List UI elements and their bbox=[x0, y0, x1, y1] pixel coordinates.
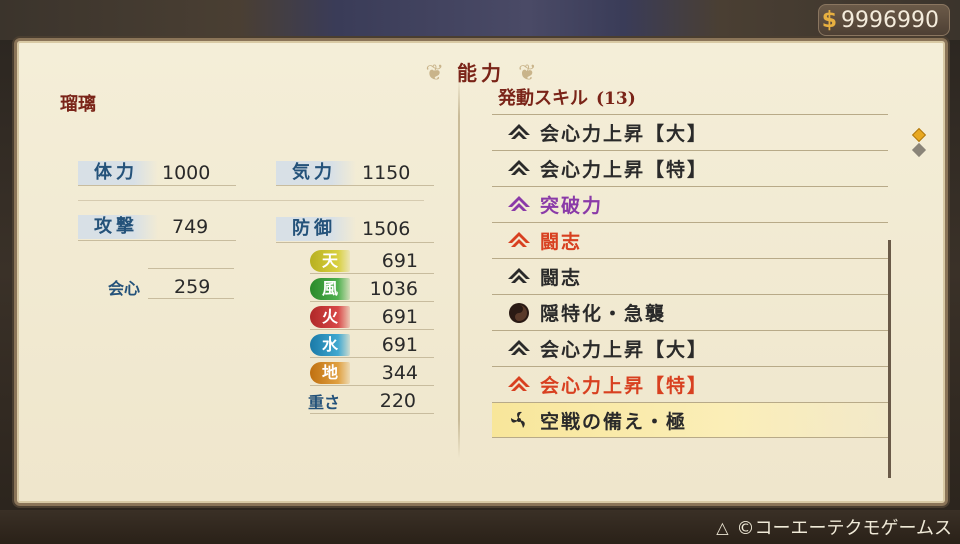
element-ka-value: 691 bbox=[381, 306, 418, 328]
skill-item[interactable]: 隠特化・急襲 bbox=[492, 294, 888, 330]
element-sui-value: 691 bbox=[381, 334, 418, 356]
element-chi-value: 344 bbox=[381, 362, 418, 384]
currency-display: $ 9996990 bbox=[818, 4, 950, 36]
stat-ki-label: 気力 bbox=[276, 161, 356, 185]
chevron-icon bbox=[506, 374, 532, 396]
page-indicator-inactive-icon bbox=[911, 142, 927, 158]
copyright-text: ©コーエーテクモゲームス bbox=[736, 518, 952, 539]
stat-attack-underline bbox=[78, 240, 236, 241]
coin-icon: $ bbox=[821, 7, 838, 33]
skills-panel: 発動スキル (13) 会心力上昇【大】 会心力上昇【特】 突破力 闘志 闘志 隠特… bbox=[478, 80, 898, 478]
skill-name: 闘志 bbox=[540, 267, 583, 289]
swirl-icon bbox=[506, 302, 532, 324]
chevron-icon bbox=[506, 194, 532, 216]
chevron-icon bbox=[506, 158, 532, 180]
stat-critical-value: 259 bbox=[174, 276, 211, 298]
stat-critical-label: 会心 bbox=[108, 279, 141, 298]
stat-weight: 重さ 220 bbox=[308, 389, 416, 413]
stat-ki: 気力 1150 bbox=[276, 160, 410, 186]
stat-weight-underline bbox=[310, 413, 434, 414]
skill-name: 会心力上昇【特】 bbox=[540, 159, 709, 181]
skill-name: 会心力上昇【特】 bbox=[540, 375, 709, 397]
laurel-left-icon: ❦ bbox=[425, 61, 444, 86]
chevron-icon bbox=[506, 266, 532, 288]
skill-item[interactable]: 闘志 bbox=[492, 258, 888, 294]
stat-weight-value: 220 bbox=[379, 390, 416, 412]
skill-item[interactable]: 突破力 bbox=[492, 186, 888, 222]
chevron-icon bbox=[506, 122, 532, 144]
stat-attack: 攻撃 749 bbox=[78, 214, 208, 240]
critical-top-line bbox=[148, 268, 234, 269]
stat-weight-label: 重さ bbox=[308, 393, 341, 412]
stat-ki-underline bbox=[276, 185, 434, 186]
triskelion-icon bbox=[506, 409, 532, 431]
element-ten-badge: 天 bbox=[310, 250, 350, 272]
element-sui: 水 691 bbox=[310, 333, 418, 357]
skills-count: (13) bbox=[596, 89, 636, 109]
critical-underline bbox=[148, 298, 234, 299]
stat-attack-label: 攻撃 bbox=[78, 215, 158, 239]
background-top bbox=[0, 0, 960, 40]
skill-name: 突破力 bbox=[540, 195, 604, 217]
skill-item[interactable]: 会心力上昇【特】 bbox=[492, 150, 888, 186]
skill-item[interactable]: 闘志 bbox=[492, 222, 888, 258]
element-ten: 天 691 bbox=[310, 249, 418, 273]
skills-header: 発動スキル (13) bbox=[498, 84, 636, 110]
element-ka: 火 691 bbox=[310, 305, 418, 329]
stat-attack-value: 749 bbox=[172, 216, 209, 238]
stat-defense: 防御 1506 bbox=[276, 216, 410, 242]
stat-defense-underline bbox=[276, 242, 434, 243]
element-fu: 風 1036 bbox=[310, 277, 418, 301]
stat-hp-label: 体力 bbox=[78, 161, 158, 185]
skill-name: 隠特化・急襲 bbox=[540, 303, 667, 325]
element-chi-badge: 地 bbox=[310, 362, 350, 384]
page-indicator-active-icon bbox=[911, 127, 927, 143]
element-fu-badge: 風 bbox=[310, 278, 350, 300]
skill-name: 会心力上昇【大】 bbox=[540, 339, 709, 361]
element-chi-underline bbox=[310, 385, 434, 386]
element-chi: 地 344 bbox=[310, 361, 418, 385]
stat-ki-value: 1150 bbox=[362, 162, 411, 184]
stat-hp-value: 1000 bbox=[162, 162, 211, 184]
character-name: 瑠璃 bbox=[60, 94, 96, 115]
skill-name: 会心力上昇【大】 bbox=[540, 123, 709, 145]
stat-hp-underline bbox=[78, 185, 236, 186]
element-ka-underline bbox=[310, 329, 434, 330]
skills-header-label: 発動スキル bbox=[498, 88, 588, 109]
stat-critical: 会心 259 bbox=[108, 274, 210, 300]
element-sui-underline bbox=[310, 357, 434, 358]
triangle-button-icon[interactable]: △ bbox=[716, 518, 728, 537]
element-ten-underline bbox=[310, 273, 434, 274]
skill-item[interactable]: 会心力上昇【大】 bbox=[492, 330, 888, 366]
scrollbar[interactable] bbox=[888, 240, 891, 478]
element-ka-badge: 火 bbox=[310, 306, 350, 328]
skill-name: 空戦の備え・極 bbox=[540, 410, 688, 433]
chevron-icon bbox=[506, 338, 532, 360]
stat-hp: 体力 1000 bbox=[78, 160, 210, 186]
element-fu-value: 1036 bbox=[369, 278, 418, 300]
element-sui-badge: 水 bbox=[310, 334, 350, 356]
element-fu-underline bbox=[310, 301, 434, 302]
element-ten-value: 691 bbox=[381, 250, 418, 272]
footer: △ ©コーエーテクモゲームス bbox=[716, 514, 952, 540]
skill-item-selected[interactable]: 空戦の備え・極 bbox=[492, 402, 888, 438]
page-indicator bbox=[911, 127, 927, 160]
skill-list[interactable]: 会心力上昇【大】 会心力上昇【特】 突破力 闘志 闘志 隠特化・急襲 会心力上昇… bbox=[492, 114, 888, 438]
currency-amount: 9996990 bbox=[841, 7, 939, 33]
stat-defense-label: 防御 bbox=[276, 217, 356, 241]
skill-item[interactable]: 会心力上昇【大】 bbox=[492, 114, 888, 150]
section-divider bbox=[78, 200, 424, 201]
chevron-icon bbox=[506, 230, 532, 252]
panel-divider bbox=[458, 78, 460, 458]
skill-item[interactable]: 会心力上昇【特】 bbox=[492, 366, 888, 402]
skill-name: 闘志 bbox=[540, 231, 583, 253]
stat-defense-value: 1506 bbox=[362, 218, 411, 240]
